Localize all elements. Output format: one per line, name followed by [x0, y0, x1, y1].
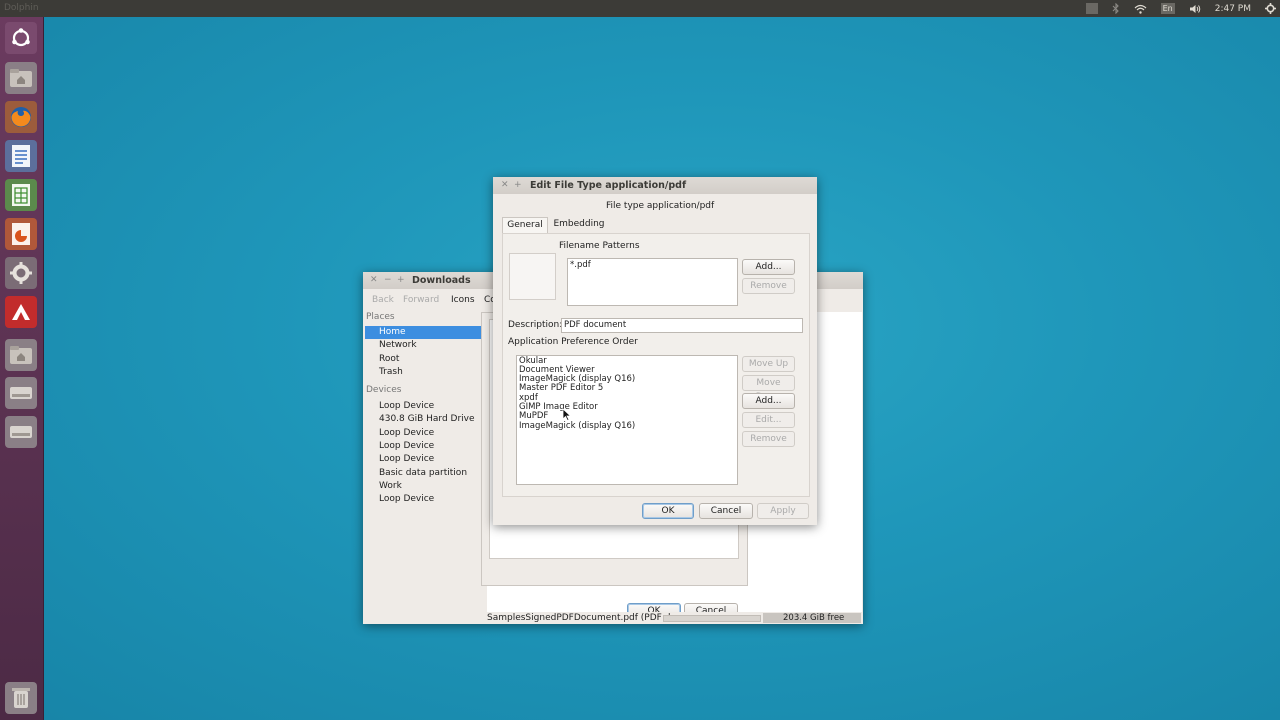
launcher [0, 17, 44, 720]
forward-button[interactable]: Forward [403, 295, 439, 305]
calc-icon[interactable] [5, 179, 37, 211]
places-item-network[interactable]: Network [379, 340, 417, 350]
ubuntu-dash-icon[interactable] [5, 22, 37, 54]
application-list[interactable]: Okular Document Viewer ImageMagick (disp… [516, 355, 738, 485]
device-item[interactable]: Loop Device [379, 454, 434, 464]
add-pattern-button[interactable]: Add... [742, 259, 795, 275]
places-item-root[interactable]: Root [379, 354, 399, 364]
general-tab-panel: Filename Patterns *.pdf Add... Remove De… [502, 233, 810, 497]
clock[interactable]: 2:47 PM [1215, 4, 1251, 14]
maximize-icon[interactable]: + [397, 275, 405, 285]
device-item[interactable]: Loop Device [379, 428, 434, 438]
list-item[interactable]: MuPDF [519, 412, 548, 421]
trash-icon[interactable] [5, 682, 37, 714]
indicator-box-icon[interactable] [1085, 3, 1098, 14]
free-space-bar: 203.4 GiB free [763, 613, 861, 623]
back-button[interactable]: Back [372, 295, 394, 305]
dialog-title: Edit File Type application/pdf [530, 180, 687, 191]
disk-icon[interactable] [5, 416, 37, 448]
dialog-titlebar: ✕ + Edit File Type application/pdf [493, 177, 817, 194]
ok-button[interactable]: OK [642, 503, 694, 519]
top-panel: Dolphin En 2:47 PM [0, 0, 1280, 17]
files-icon[interactable] [5, 62, 37, 94]
move-down-button[interactable]: Move Down [742, 375, 795, 402]
tab-general[interactable]: General [502, 217, 548, 233]
status-bar: SamplesSignedPDFDocument.pdf (PDF d... 2… [487, 612, 863, 624]
firefox-icon[interactable] [5, 101, 37, 133]
move-up-button[interactable]: Move Up [742, 356, 795, 372]
system-tray: En 2:47 PM [1079, 0, 1280, 17]
remove-application-button[interactable]: Remove [742, 431, 795, 447]
maximize-icon[interactable]: + [514, 180, 522, 190]
places-panel: Places Home Network Root Trash Devices L… [363, 308, 481, 624]
close-icon[interactable]: ✕ [370, 275, 378, 285]
icons-view-button[interactable]: Icons [451, 295, 475, 305]
file-type-icon-button[interactable] [509, 253, 556, 300]
status-file-info: SamplesSignedPDFDocument.pdf (PDF d... [487, 613, 679, 623]
devices-heading: Devices [366, 385, 402, 395]
dialog-subtitle: File type application/pdf [606, 201, 715, 211]
device-item[interactable]: Loop Device [379, 441, 434, 451]
wifi-icon[interactable] [1134, 4, 1147, 14]
filename-patterns-label: Filename Patterns [559, 241, 640, 251]
zoom-slider[interactable] [663, 615, 761, 622]
cancel-button[interactable]: Cancel [699, 503, 753, 519]
remove-pattern-button[interactable]: Remove [742, 278, 795, 294]
keyboard-layout-indicator[interactable]: En [1160, 3, 1175, 14]
active-app-name: Dolphin [4, 3, 39, 13]
device-item[interactable]: Work [379, 481, 402, 491]
window-title: Downloads [412, 275, 471, 286]
volume-icon[interactable] [1189, 4, 1201, 14]
places-item-trash[interactable]: Trash [379, 367, 403, 377]
close-icon[interactable]: ✕ [501, 180, 509, 190]
apply-button[interactable]: Apply [757, 503, 809, 519]
places-item-home[interactable]: Home [379, 327, 406, 337]
patterns-list[interactable]: *.pdf [567, 258, 738, 306]
device-item[interactable]: Loop Device [379, 401, 434, 411]
add-application-button[interactable]: Add... [742, 393, 795, 409]
impress-icon[interactable] [5, 218, 37, 250]
pdf-editor-icon[interactable] [5, 296, 37, 328]
device-item[interactable]: Basic data partition [379, 468, 467, 478]
app-preference-label: Application Preference Order [508, 337, 638, 347]
list-item[interactable]: Master PDF Editor 5 [519, 384, 603, 393]
description-value: PDF document [564, 320, 627, 330]
gear-icon[interactable] [1265, 3, 1276, 14]
disk-icon[interactable] [5, 377, 37, 409]
edit-application-button[interactable]: Edit... [742, 412, 795, 428]
bluetooth-icon[interactable] [1112, 3, 1120, 14]
tab-embedding[interactable]: Embedding [551, 217, 607, 232]
device-item[interactable]: 430.8 GiB Hard Drive [379, 414, 475, 424]
places-heading: Places [366, 312, 395, 322]
list-item[interactable]: ImageMagick (display Q16) [519, 422, 635, 431]
writer-icon[interactable] [5, 140, 37, 172]
minimize-icon[interactable]: − [384, 275, 392, 285]
files-icon[interactable] [5, 339, 37, 371]
description-field[interactable]: PDF document [561, 318, 803, 333]
description-label: Description: [508, 320, 563, 330]
device-item[interactable]: Loop Device [379, 494, 434, 504]
mouse-cursor-icon [562, 408, 571, 421]
free-space-label: 203.4 GiB free [783, 613, 845, 623]
keyboard-layout-label: En [1160, 3, 1175, 14]
list-item[interactable]: *.pdf [570, 261, 591, 270]
edit-file-type-dialog: ✕ + Edit File Type application/pdf File … [493, 177, 817, 525]
system-settings-icon[interactable] [5, 257, 37, 289]
